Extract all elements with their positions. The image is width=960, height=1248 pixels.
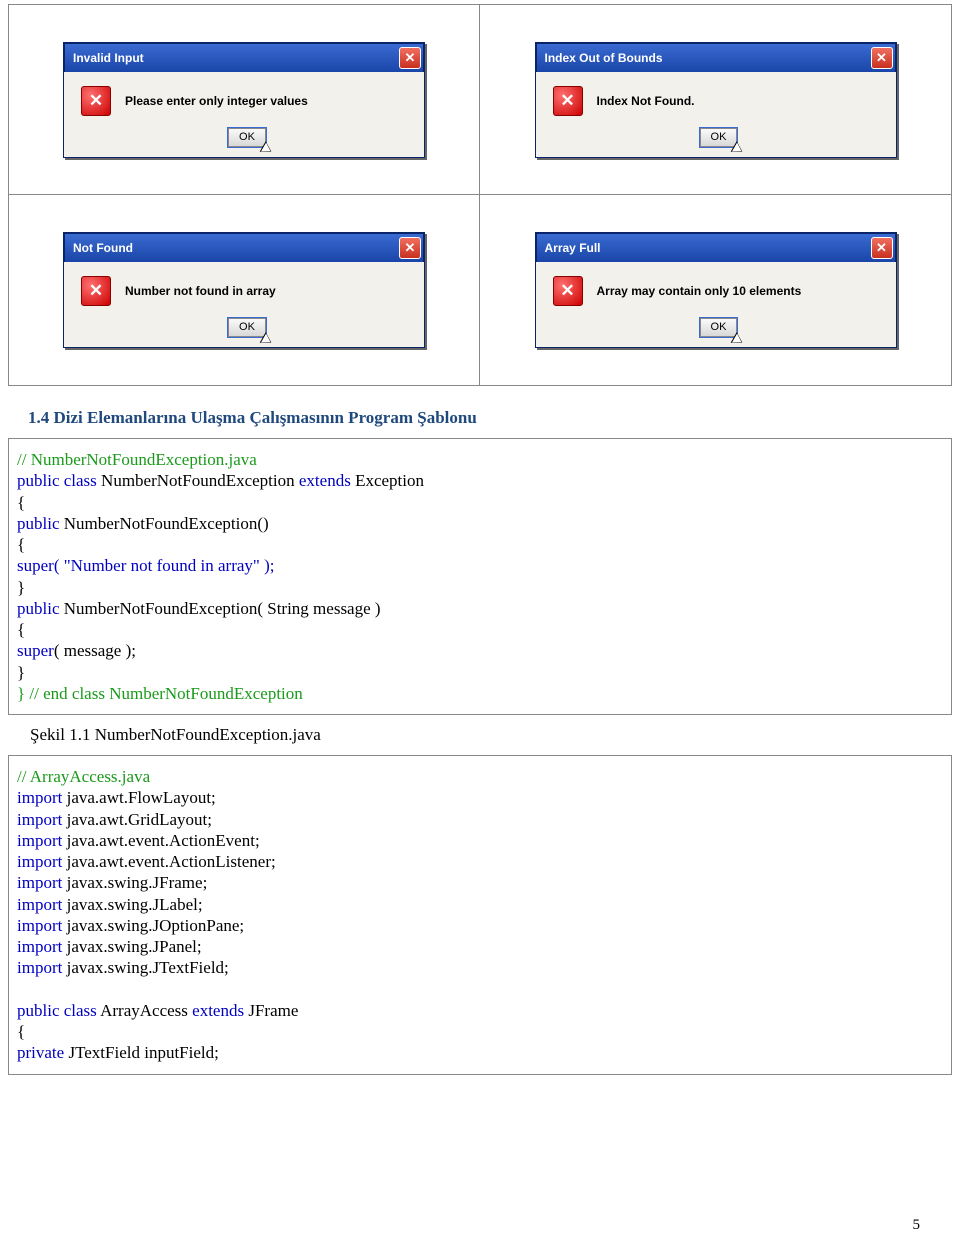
ok-button[interactable]: OK	[228, 318, 266, 337]
code-block-1: // NumberNotFoundException.java public c…	[8, 438, 952, 715]
error-icon: ✕	[553, 276, 583, 306]
code-block-2: // ArrayAccess.java import java.awt.Flow…	[8, 755, 952, 1075]
dialog-title: Not Found	[73, 241, 399, 255]
page-number: 5	[913, 1217, 921, 1234]
ok-button[interactable]: OK	[228, 128, 266, 147]
close-icon[interactable]: ✕	[871, 237, 893, 259]
figure-caption-1: Şekil 1.1 NumberNotFoundException.java	[30, 725, 930, 745]
cell-0: Invalid Input ✕ ✕ Please enter only inte…	[9, 5, 480, 195]
close-icon[interactable]: ✕	[399, 237, 421, 259]
dialog-title: Index Out of Bounds	[545, 51, 871, 65]
dialog-index-out-of-bounds: Index Out of Bounds ✕ ✕ Index Not Found.…	[535, 42, 897, 158]
dialog-titlebar: Index Out of Bounds ✕	[536, 43, 896, 72]
dialog-message: Number not found in array	[125, 284, 276, 298]
dialog-array-full: Array Full ✕ ✕ Array may contain only 10…	[535, 232, 897, 348]
cell-1: Index Out of Bounds ✕ ✕ Index Not Found.…	[480, 5, 951, 195]
section-heading: 1.4 Dizi Elemanlarına Ulaşma Çalışmasını…	[28, 408, 932, 428]
dialog-title: Array Full	[545, 241, 871, 255]
dialog-message: Index Not Found.	[597, 94, 695, 108]
cell-2: Not Found ✕ ✕ Number not found in array …	[9, 195, 480, 385]
dialog-message: Array may contain only 10 elements	[597, 284, 802, 298]
error-icon: ✕	[81, 86, 111, 116]
dialog-title: Invalid Input	[73, 51, 399, 65]
close-icon[interactable]: ✕	[871, 47, 893, 69]
dialog-not-found: Not Found ✕ ✕ Number not found in array …	[63, 232, 425, 348]
ok-button[interactable]: OK	[700, 318, 738, 337]
ok-button[interactable]: OK	[700, 128, 738, 147]
error-icon: ✕	[81, 276, 111, 306]
error-icon: ✕	[553, 86, 583, 116]
dialog-titlebar: Array Full ✕	[536, 233, 896, 262]
dialog-message: Please enter only integer values	[125, 94, 308, 108]
cell-3: Array Full ✕ ✕ Array may contain only 10…	[480, 195, 951, 385]
close-icon[interactable]: ✕	[399, 47, 421, 69]
dialog-titlebar: Invalid Input ✕	[64, 43, 424, 72]
dialog-titlebar: Not Found ✕	[64, 233, 424, 262]
dialogs-grid: Invalid Input ✕ ✕ Please enter only inte…	[8, 4, 952, 386]
dialog-invalid-input: Invalid Input ✕ ✕ Please enter only inte…	[63, 42, 425, 158]
